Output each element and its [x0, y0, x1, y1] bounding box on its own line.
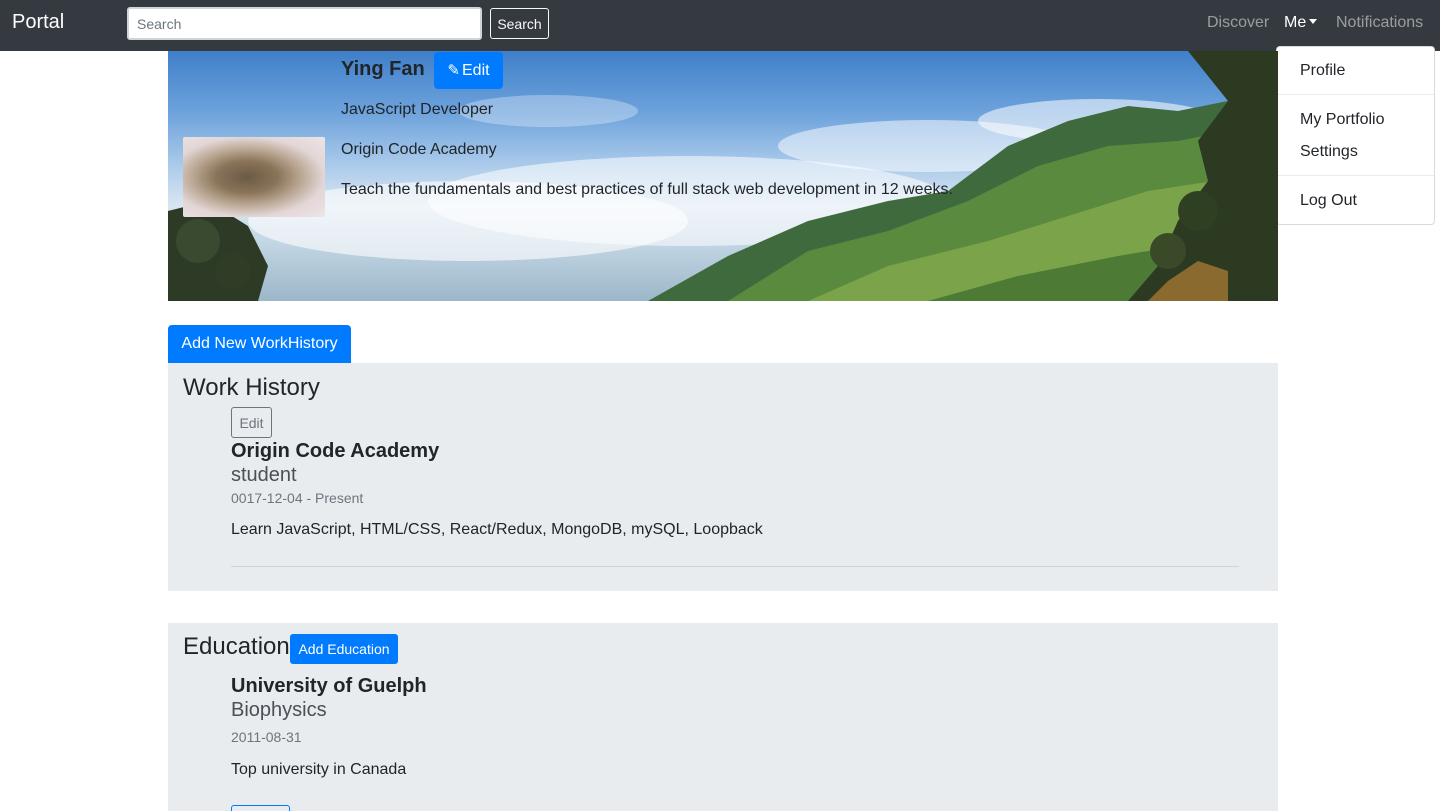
pencil-icon: ✎ [447, 62, 460, 79]
dropdown-item-profile[interactable]: Profile [1300, 62, 1345, 80]
edit-education-entry-button[interactable] [231, 805, 290, 811]
edit-work-entry-button[interactable]: Edit [231, 407, 272, 438]
navbar: Portal Search Discover Me Notifications [0, 0, 1440, 51]
search-input[interactable] [127, 7, 482, 40]
profile-title: JavaScript Developer [341, 101, 494, 118]
nav-link-me[interactable]: Me [1284, 14, 1318, 32]
work-description: Learn JavaScript, HTML/CSS, React/Redux,… [231, 521, 763, 538]
caret-down-icon [1309, 19, 1318, 25]
nav-link-me-label: Me [1284, 14, 1307, 31]
dropdown-item-settings[interactable]: Settings [1300, 143, 1358, 161]
profile-banner: Ying Fan ✎ Edit JavaScript Developer Orig… [168, 51, 1278, 301]
avatar [183, 137, 325, 217]
work-company: Origin Code Academy [231, 440, 440, 462]
education-field: Biophysics [231, 699, 327, 721]
profile-description: Teach the fundamentals and best practice… [341, 181, 953, 198]
education-description: Top university in Canada [231, 761, 407, 778]
dropdown-divider [1277, 175, 1434, 176]
search-button[interactable]: Search [490, 8, 549, 39]
work-role: student [231, 464, 297, 486]
dropdown-item-log-out[interactable]: Log Out [1300, 192, 1357, 210]
nav-link-discover[interactable]: Discover [1207, 14, 1269, 32]
edit-profile-button[interactable]: ✎ Edit [434, 52, 503, 89]
profile-name: Ying Fan [341, 58, 425, 80]
education-school: University of Guelph [231, 675, 427, 697]
education-section: Education Add Education University of Gu… [168, 623, 1278, 811]
education-date: 2011-08-31 [231, 729, 302, 745]
divider [231, 566, 1239, 567]
dropdown-divider [1277, 94, 1434, 95]
add-work-history-button[interactable]: Add New WorkHistory [168, 325, 351, 363]
mountain-landscape-image [168, 51, 1278, 301]
brand-logo[interactable]: Portal [12, 11, 64, 34]
add-education-button[interactable]: Add Education [290, 634, 398, 664]
profile-company: Origin Code Academy [341, 141, 497, 158]
work-history-title: Work History [183, 374, 320, 401]
me-dropdown-menu: Profile My Portfolio Settings Log Out [1276, 46, 1435, 225]
edit-profile-label: Edit [462, 62, 490, 79]
nav-link-notifications[interactable]: Notifications [1336, 14, 1423, 32]
dropdown-item-my-portfolio[interactable]: My Portfolio [1300, 111, 1384, 129]
education-title: Education [183, 633, 290, 660]
work-history-section: Work History Edit Origin Code Academy st… [168, 363, 1278, 591]
work-dates: 0017-12-04 - Present [231, 490, 364, 506]
